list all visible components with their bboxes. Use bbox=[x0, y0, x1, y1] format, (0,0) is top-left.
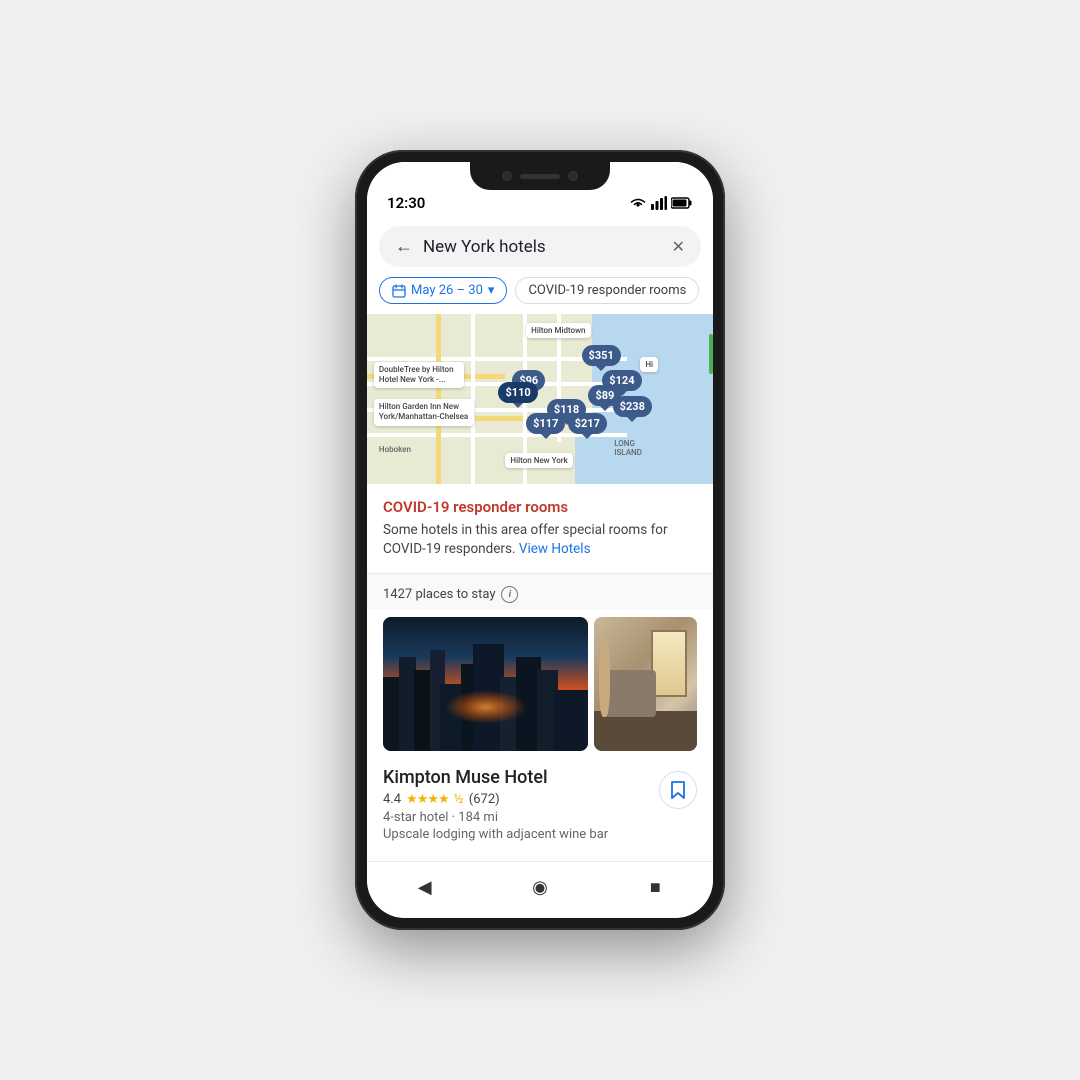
hotel-main-image bbox=[383, 617, 588, 751]
nav-back-button[interactable]: ◀ bbox=[410, 872, 440, 902]
nav-bar: ◀ ◉ ■ bbox=[367, 861, 713, 918]
info-icon[interactable]: i bbox=[501, 586, 518, 603]
nav-recent-button[interactable]: ■ bbox=[640, 872, 670, 902]
stars-display: ★★★★ bbox=[406, 792, 449, 807]
map-label-doubletree: DoubleTree by Hilton Hotel New York -... bbox=[374, 362, 464, 389]
covid-description: Some hotels in this area offer special r… bbox=[383, 521, 697, 559]
camera-right bbox=[568, 171, 578, 181]
hotel-meta: 4-star hotel · 184 mi bbox=[383, 810, 608, 825]
covid-filter-label: COVID-19 responder rooms bbox=[528, 283, 686, 298]
nav-back-icon: ◀ bbox=[418, 877, 432, 898]
hotel-name: Kimpton Muse Hotel bbox=[383, 767, 608, 788]
battery-icon bbox=[671, 197, 693, 209]
date-filter-label: May 26 – 30 bbox=[411, 283, 483, 298]
hotel-info: Kimpton Muse Hotel 4.4 ★★★★ ½ (672) 4-sta… bbox=[367, 759, 713, 854]
map-label-hoboken: Hoboken bbox=[374, 442, 416, 457]
chevron-down-icon: ▾ bbox=[488, 283, 495, 298]
map-background: $351$96$110$124$89$118$238$117$217 Doubl… bbox=[367, 314, 713, 484]
half-star: ½ bbox=[454, 792, 464, 807]
hotel-card[interactable]: Kimpton Muse Hotel 4.4 ★★★★ ½ (672) 4-sta… bbox=[367, 609, 713, 854]
status-time: 12:30 bbox=[387, 194, 425, 212]
places-count-text: 1427 places to stay bbox=[383, 587, 495, 602]
map-label-hilton-midtown: Hilton Midtown bbox=[526, 323, 590, 338]
map-label-hilton-ny: Hilton New York bbox=[505, 453, 572, 468]
map-label-hilton-garden: Hilton Garden Inn New York/Manhattan-Che… bbox=[374, 399, 474, 426]
price-bubble[interactable]: $117 bbox=[526, 413, 565, 434]
speaker bbox=[520, 174, 560, 179]
phone-notch bbox=[470, 162, 610, 190]
places-section: 1427 places to stay i bbox=[367, 574, 713, 609]
review-count: (672) bbox=[469, 792, 500, 807]
date-filter-chip[interactable]: May 26 – 30 ▾ bbox=[379, 277, 507, 304]
price-bubble[interactable]: $110 bbox=[498, 382, 537, 403]
search-query-text: New York hotels bbox=[423, 237, 662, 257]
filter-row: May 26 – 30 ▾ COVID-19 responder rooms bbox=[367, 277, 713, 314]
hotel-rating-row: 4.4 ★★★★ ½ (672) bbox=[383, 792, 608, 807]
nav-home-button[interactable]: ◉ bbox=[525, 872, 555, 902]
hotel-side-image bbox=[594, 617, 697, 751]
signal-icon bbox=[651, 196, 667, 210]
search-bar[interactable]: ← New York hotels ✕ bbox=[379, 226, 701, 267]
camera-left bbox=[502, 171, 512, 181]
covid-title: COVID-19 responder rooms bbox=[383, 498, 697, 516]
phone-screen: 12:30 bbox=[367, 162, 713, 918]
price-bubble[interactable]: $217 bbox=[568, 413, 607, 434]
covid-section: COVID-19 responder rooms Some hotels in … bbox=[367, 484, 713, 574]
status-icons bbox=[629, 196, 693, 210]
hotel-images-row bbox=[367, 609, 713, 759]
covid-filter-chip[interactable]: COVID-19 responder rooms bbox=[515, 277, 699, 304]
price-bubble[interactable]: $238 bbox=[613, 396, 652, 417]
calendar-icon bbox=[392, 284, 406, 298]
nav-recent-icon: ■ bbox=[650, 877, 661, 898]
view-hotels-link[interactable]: View Hotels bbox=[519, 541, 591, 557]
clear-search-button[interactable]: ✕ bbox=[672, 237, 685, 256]
places-count: 1427 places to stay i bbox=[383, 586, 697, 603]
rating-number: 4.4 bbox=[383, 792, 401, 807]
hotel-details: Kimpton Muse Hotel 4.4 ★★★★ ½ (672) 4-sta… bbox=[383, 767, 608, 842]
scroll-indicator bbox=[709, 334, 713, 374]
bookmark-icon bbox=[670, 780, 686, 800]
price-bubble[interactable]: $351 bbox=[582, 345, 621, 366]
nav-home-icon: ◉ bbox=[532, 877, 548, 898]
map-area[interactable]: $351$96$110$124$89$118$238$117$217 Doubl… bbox=[367, 314, 713, 484]
map-label-hi: Hi bbox=[640, 357, 658, 372]
phone-frame: 12:30 bbox=[355, 150, 725, 930]
map-label-long-island: LONGISLAND bbox=[609, 436, 647, 460]
hotel-description: Upscale lodging with adjacent wine bar bbox=[383, 827, 608, 842]
bookmark-button[interactable] bbox=[659, 771, 697, 809]
back-arrow-icon[interactable]: ← bbox=[395, 236, 413, 257]
wifi-icon bbox=[629, 196, 647, 210]
